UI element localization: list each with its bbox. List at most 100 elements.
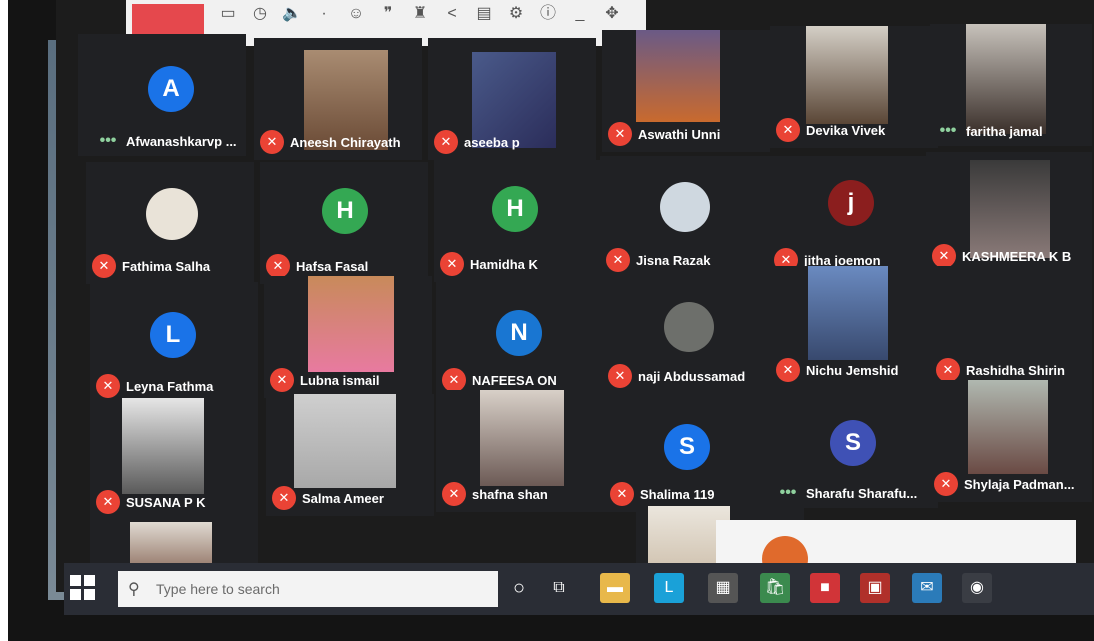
windows-start-button[interactable] bbox=[70, 575, 96, 601]
participant-name: Aneesh Chirayath bbox=[290, 134, 401, 150]
window-icon[interactable]: ▭ bbox=[218, 4, 238, 24]
participant-tile: ✕ Aneesh Chirayath bbox=[254, 38, 422, 160]
participant-tile: ✕ SUSANA P K bbox=[90, 398, 258, 520]
monitor-frame: ▭ ◷ 🔈 · ☺ ❞ ♜ < ▤ ⚙ ⓘ _ ✥ A ••• Afwanashk… bbox=[8, 0, 1094, 641]
participant-name: Leyna Fathma bbox=[126, 378, 214, 394]
participant-tile: ✕ Devika Vivek bbox=[770, 26, 938, 148]
meeting-screen: ▭ ◷ 🔈 · ☺ ❞ ♜ < ▤ ⚙ ⓘ _ ✥ A ••• Afwanashk… bbox=[56, 0, 1094, 592]
avatar: H bbox=[492, 186, 538, 232]
participant-tile: ✕ Rashidha Shirin bbox=[930, 266, 1092, 388]
cortana-icon[interactable]: ○ bbox=[504, 573, 534, 603]
mic-muted-icon: ✕ bbox=[440, 252, 464, 276]
participant-name: Afwanashkarvp ... bbox=[126, 133, 237, 149]
quote-icon[interactable]: ❞ bbox=[378, 4, 398, 24]
participant-tile: ✕ Jisna Razak bbox=[600, 156, 768, 278]
speaker-icon[interactable]: 🔈 bbox=[282, 4, 302, 24]
participant-tile: ✕ Shylaja Padman... bbox=[928, 380, 1092, 502]
video-feed bbox=[806, 26, 888, 124]
participant-name: faritha jamal bbox=[966, 123, 1043, 139]
video-feed bbox=[636, 30, 720, 122]
video-feed bbox=[308, 276, 394, 372]
avatar bbox=[146, 188, 198, 240]
mic-muted-icon: ✕ bbox=[96, 490, 120, 514]
participant-tile: ✕ Lubna ismail bbox=[264, 276, 432, 398]
participant-name: Sharafu Sharafu... bbox=[806, 485, 918, 501]
participant-name: NAFEESA ON bbox=[472, 372, 557, 388]
participant-name: Nichu Jemshid bbox=[806, 362, 899, 378]
mail-icon[interactable]: ✉ bbox=[912, 573, 942, 603]
store-icon[interactable]: 🛍 bbox=[760, 573, 790, 603]
mic-muted-icon: ✕ bbox=[434, 130, 458, 154]
chrome-icon[interactable]: ◉ bbox=[962, 573, 992, 603]
participant-name: Shalima 119 bbox=[640, 486, 715, 502]
avatar: H bbox=[322, 188, 368, 234]
clock-icon[interactable]: ◷ bbox=[250, 4, 270, 24]
participant-tile: S ••• Sharafu Sharafu... bbox=[770, 386, 938, 508]
mic-muted-icon: ✕ bbox=[934, 472, 958, 496]
calculator-icon[interactable]: ▦ bbox=[708, 573, 738, 603]
avatar: A bbox=[148, 66, 194, 112]
app-l-icon[interactable]: L bbox=[654, 573, 684, 603]
participant-tile: H ✕ Hafsa Fasal bbox=[260, 162, 428, 284]
search-icon: ⚲ bbox=[128, 581, 140, 598]
participant-tile: S ✕ Shalima 119 bbox=[604, 390, 772, 512]
participant-name: Hamidha K bbox=[470, 256, 538, 272]
media-app-icon[interactable]: ■ bbox=[810, 573, 840, 603]
dot-icon: · bbox=[321, 5, 327, 22]
paint-icon[interactable]: ▣ bbox=[860, 573, 890, 603]
mic-muted-icon: ✕ bbox=[270, 368, 294, 392]
participant-tile: ✕ Aswathi Unni bbox=[602, 30, 770, 152]
badge-icon[interactable]: ♜ bbox=[410, 4, 430, 24]
mic-muted-icon: ✕ bbox=[272, 486, 296, 510]
video-feed bbox=[122, 398, 204, 494]
participant-tile: N ✕ NAFEESA ON bbox=[436, 276, 604, 398]
participant-tile: j ✕ jitha joemon bbox=[768, 156, 936, 278]
share-icon[interactable]: < bbox=[442, 4, 462, 24]
task-view-icon[interactable]: ⧉ bbox=[544, 573, 574, 603]
video-feed bbox=[480, 390, 564, 486]
more-dots-icon[interactable]: ••• bbox=[936, 122, 960, 140]
emoji-icon[interactable]: ☺ bbox=[346, 4, 366, 24]
info-icon[interactable]: ⓘ bbox=[538, 4, 558, 24]
participant-name: Salma Ameer bbox=[302, 490, 384, 506]
file-explorer-icon[interactable]: ▬ bbox=[600, 573, 630, 603]
mic-muted-icon: ✕ bbox=[610, 482, 634, 506]
more-dots-icon[interactable]: ••• bbox=[776, 484, 800, 502]
participant-name: Lubna ismail bbox=[300, 372, 380, 388]
mic-muted-icon: ✕ bbox=[606, 248, 630, 272]
avatar: S bbox=[830, 420, 876, 466]
participant-name: SUSANA P K bbox=[126, 494, 206, 510]
participant-tile: A ••• Afwanashkarvp ... bbox=[78, 34, 246, 156]
windows-taskbar: ⚲ Type here to search ○ ⧉ ▬ L ▦ 🛍 ■ ▣ ✉ … bbox=[64, 563, 1094, 615]
mic-muted-icon: ✕ bbox=[932, 244, 956, 268]
move-icon[interactable]: ✥ bbox=[602, 4, 622, 24]
chart-icon[interactable]: ▤ bbox=[474, 4, 494, 24]
video-feed bbox=[968, 380, 1048, 474]
participant-name: Aswathi Unni bbox=[638, 126, 721, 142]
participant-tile: ✕ Salma Ameer bbox=[266, 394, 434, 516]
mic-muted-icon: ✕ bbox=[936, 358, 960, 382]
taskbar-search[interactable]: ⚲ Type here to search bbox=[118, 571, 498, 607]
mic-muted-icon: ✕ bbox=[92, 254, 116, 278]
avatar: L bbox=[150, 312, 196, 358]
mic-muted-icon: ✕ bbox=[776, 358, 800, 382]
participant-tile: ✕ Fathima Salha bbox=[86, 162, 254, 284]
participant-tile: H ✕ Hamidha K bbox=[434, 160, 602, 282]
avatar bbox=[660, 182, 710, 232]
more-dots-icon[interactable]: ••• bbox=[96, 132, 120, 150]
participant-tile: L ✕ Leyna Fathma bbox=[90, 282, 258, 404]
mic-muted-icon: ✕ bbox=[442, 482, 466, 506]
minimize-icon[interactable]: _ bbox=[570, 4, 590, 24]
video-feed bbox=[294, 394, 396, 488]
participant-name: Jisna Razak bbox=[636, 252, 711, 268]
video-feed bbox=[808, 266, 888, 360]
participant-tile: ✕ shafna shan bbox=[436, 390, 604, 512]
participant-tile: ✕ aseeba p bbox=[428, 38, 596, 160]
participant-name: Rashidha Shirin bbox=[966, 362, 1065, 378]
participant-tile: ••• faritha jamal bbox=[930, 24, 1092, 146]
avatar: N bbox=[496, 310, 542, 356]
participant-name: Fathima Salha bbox=[122, 258, 211, 274]
participant-name: KASHMEERA K B bbox=[962, 248, 1072, 264]
participant-name: shafna shan bbox=[472, 486, 548, 502]
settings-icon[interactable]: ⚙ bbox=[506, 4, 526, 24]
